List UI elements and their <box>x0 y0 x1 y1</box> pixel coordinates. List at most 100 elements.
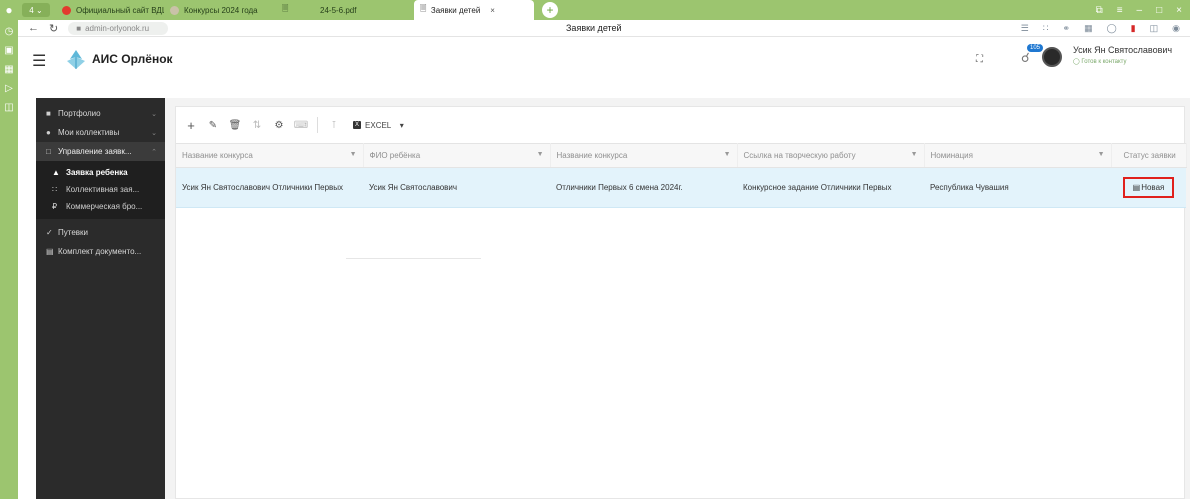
sidebar: ■ Портфолио ⌄ ● Мои коллективы ⌄ □ Управ… <box>36 98 165 499</box>
ruble-icon: ₽ <box>52 202 58 211</box>
cell-child-name: Усик Ян Святославович <box>363 167 550 208</box>
lock-icon: ■ <box>76 23 82 33</box>
briefcase-icon: ■ <box>46 109 51 118</box>
avatar[interactable] <box>1042 47 1062 67</box>
menu-icon[interactable]: ≡ <box>1117 5 1123 16</box>
sidebar-subitem-group-application[interactable]: ∷ Коллективная зая... <box>36 181 165 198</box>
chat-icon[interactable]: ◫ <box>4 102 13 113</box>
column-header-contest[interactable]: Название конкурса ▼ <box>176 143 364 168</box>
sidebar-item-applications[interactable]: □ Управление заявк... ⌃ <box>36 142 165 161</box>
applications-table: Название конкурса ▼ ФИО ребёнка ▼ Название… <box>176 143 1187 208</box>
filter-icon[interactable]: ▼ <box>537 151 544 158</box>
grid-toolbar: + ✎ 🗑 ⇅ ⚙ ⌨ ⊺ X EXCEL ▾ <box>176 107 1184 143</box>
url-field[interactable]: ■ admin-orlyonok.ru <box>68 21 169 35</box>
filter-icon[interactable]: ▼ <box>1098 151 1105 158</box>
table-row[interactable]: Усик Ян Святославович Отличники Первых У… <box>176 167 1186 208</box>
orlyonok-logo-icon <box>67 50 85 69</box>
toolbar-divider <box>317 117 318 133</box>
filter-icon[interactable]: ▼ <box>724 151 731 158</box>
main-content: + ✎ 🗑 ⇅ ⚙ ⌨ ⊺ X EXCEL ▾ Название конкурс… <box>165 98 1190 499</box>
clear-filter-icon[interactable]: ⊺ <box>325 116 343 134</box>
play-icon[interactable]: ▷ <box>5 83 13 94</box>
column-header-contest-2[interactable]: Название конкурса ▼ <box>550 143 738 168</box>
document-icon: □ <box>46 147 51 156</box>
url-text: admin-orlyonok.ru <box>85 23 150 33</box>
apps-icon[interactable]: ∷ <box>1043 23 1049 34</box>
blank-page-icon: 🗏 <box>282 4 289 13</box>
share-icon[interactable]: ⧉ <box>1096 5 1103 16</box>
trash-icon[interactable]: 🗑 <box>226 116 244 134</box>
browser-tab-strip: ● 4 ⌄ Официальный сайт ВДЦ Конкурсы 2024… <box>0 0 1190 20</box>
divider-line <box>346 258 481 259</box>
excel-export-button[interactable]: X EXCEL ▾ <box>347 121 410 130</box>
bell-icon[interactable]: ☌ <box>1021 50 1030 66</box>
workspace-selector[interactable]: 4 ⌄ <box>22 3 50 17</box>
workspace-label: 4 <box>29 5 34 15</box>
calendar-icon[interactable]: ▦ <box>4 64 13 75</box>
tab-2[interactable]: 🗏 <box>276 0 314 20</box>
tab-title: 24-5-6.pdf <box>320 5 357 15</box>
tab-active[interactable]: 🗏 Заявки детей × <box>414 0 534 20</box>
status-badge[interactable]: ▤Новая <box>1122 177 1175 198</box>
profile-icon[interactable]: ● <box>0 0 18 20</box>
id-card-icon: ▤ <box>46 247 54 256</box>
gear-icon[interactable]: ⚙ <box>270 116 288 134</box>
reload-icon[interactable]: ↻ <box>49 22 58 35</box>
sidebar-subitem-commercial[interactable]: ₽ Коммерческая бро... <box>36 198 165 215</box>
sidebar-toggle-icon[interactable]: ◫ <box>1150 23 1159 34</box>
sidebar-item-my-groups[interactable]: ● Мои коллективы ⌄ <box>36 123 165 142</box>
chevron-up-icon: ⌃ <box>151 148 157 156</box>
column-header-status[interactable]: Статус заявки <box>1111 143 1187 168</box>
column-header-nomination[interactable]: Номинация ▼ <box>924 143 1112 168</box>
tab-title: Официальный сайт ВДЦ <box>76 5 164 15</box>
cell-status: ▤Новая <box>1111 167 1186 208</box>
sort-icon[interactable]: ⇅ <box>248 116 266 134</box>
new-tab-button[interactable]: + <box>542 2 558 18</box>
extension-badge-icon[interactable]: ◉ <box>1172 23 1180 34</box>
history-icon[interactable]: ◷ <box>5 26 14 37</box>
keyboard-icon[interactable]: ⌨ <box>292 116 310 134</box>
fullscreen-icon[interactable]: ⛶ <box>976 54 983 65</box>
headphones-icon[interactable]: ⚭ <box>1063 23 1071 34</box>
chevron-down-icon: ⌄ <box>151 110 157 118</box>
sidebar-item-vouchers[interactable]: ✓ Путевки <box>36 223 165 242</box>
reader-icon[interactable]: ▦ <box>1084 23 1093 34</box>
column-header-work-link[interactable]: Ссылка на творческую работу ▼ <box>737 143 925 168</box>
notification-badge: 105 <box>1027 44 1044 52</box>
user-name[interactable]: Усик Ян Святославович <box>1073 45 1172 55</box>
hamburger-menu-icon[interactable]: ☰ <box>32 51 46 71</box>
cell-work-link: Конкурсное задание Отличники Первых <box>737 167 924 208</box>
applications-grid-card: + ✎ 🗑 ⇅ ⚙ ⌨ ⊺ X EXCEL ▾ Название конкурс… <box>175 106 1187 499</box>
column-header-child-name[interactable]: ФИО ребёнка ▼ <box>363 143 551 168</box>
sidebar-subitem-child-application[interactable]: ▲ Заявка ребенка <box>36 164 165 181</box>
extension-icon[interactable]: ◯ <box>1107 23 1117 34</box>
filter-icon[interactable]: ▼ <box>350 151 357 158</box>
back-icon[interactable]: ← <box>28 22 39 34</box>
maximize-icon[interactable]: □ <box>1156 5 1162 16</box>
ticket-icon: ✓ <box>46 228 53 237</box>
translate-icon[interactable]: ☰ <box>1021 23 1029 34</box>
close-window-icon[interactable]: × <box>1176 5 1182 16</box>
tab-3[interactable]: 24-5-6.pdf <box>314 0 414 20</box>
blank-page-icon: 🗏 <box>420 4 431 13</box>
sidebar-item-documents[interactable]: ▤ Комплект документо... <box>36 242 165 261</box>
collections-icon[interactable]: ▣ <box>4 45 13 56</box>
close-icon[interactable]: × <box>490 6 495 15</box>
chevron-down-icon: ▾ <box>395 120 404 130</box>
tab-0[interactable]: Официальный сайт ВДЦ <box>56 0 164 20</box>
user-status: ◯ Готов к контакту <box>1073 59 1127 65</box>
browser-side-rail: ◷ ▣ ▦ ▷ ◫ <box>0 20 18 499</box>
bookmark-icon[interactable]: ▮ <box>1131 23 1136 34</box>
edit-icon[interactable]: ✎ <box>204 116 222 134</box>
sidebar-submenu: ▲ Заявка ребенка ∷ Коллективная зая... ₽… <box>36 161 165 219</box>
page-favicon-icon <box>170 5 179 15</box>
tab-1[interactable]: Конкурсы 2024 года <box>164 0 276 20</box>
window-controls: ⧉ ≡ – □ × <box>1096 5 1190 16</box>
child-icon: ▲ <box>52 168 60 177</box>
sidebar-item-portfolio[interactable]: ■ Портфолио ⌄ <box>36 104 165 123</box>
table-header-row: Название конкурса ▼ ФИО ребёнка ▼ Название… <box>176 143 1187 168</box>
minimize-icon[interactable]: – <box>1137 5 1143 16</box>
filter-icon[interactable]: ▼ <box>911 151 918 158</box>
page-title: Заявки детей <box>566 23 622 33</box>
add-icon[interactable]: + <box>182 116 200 134</box>
